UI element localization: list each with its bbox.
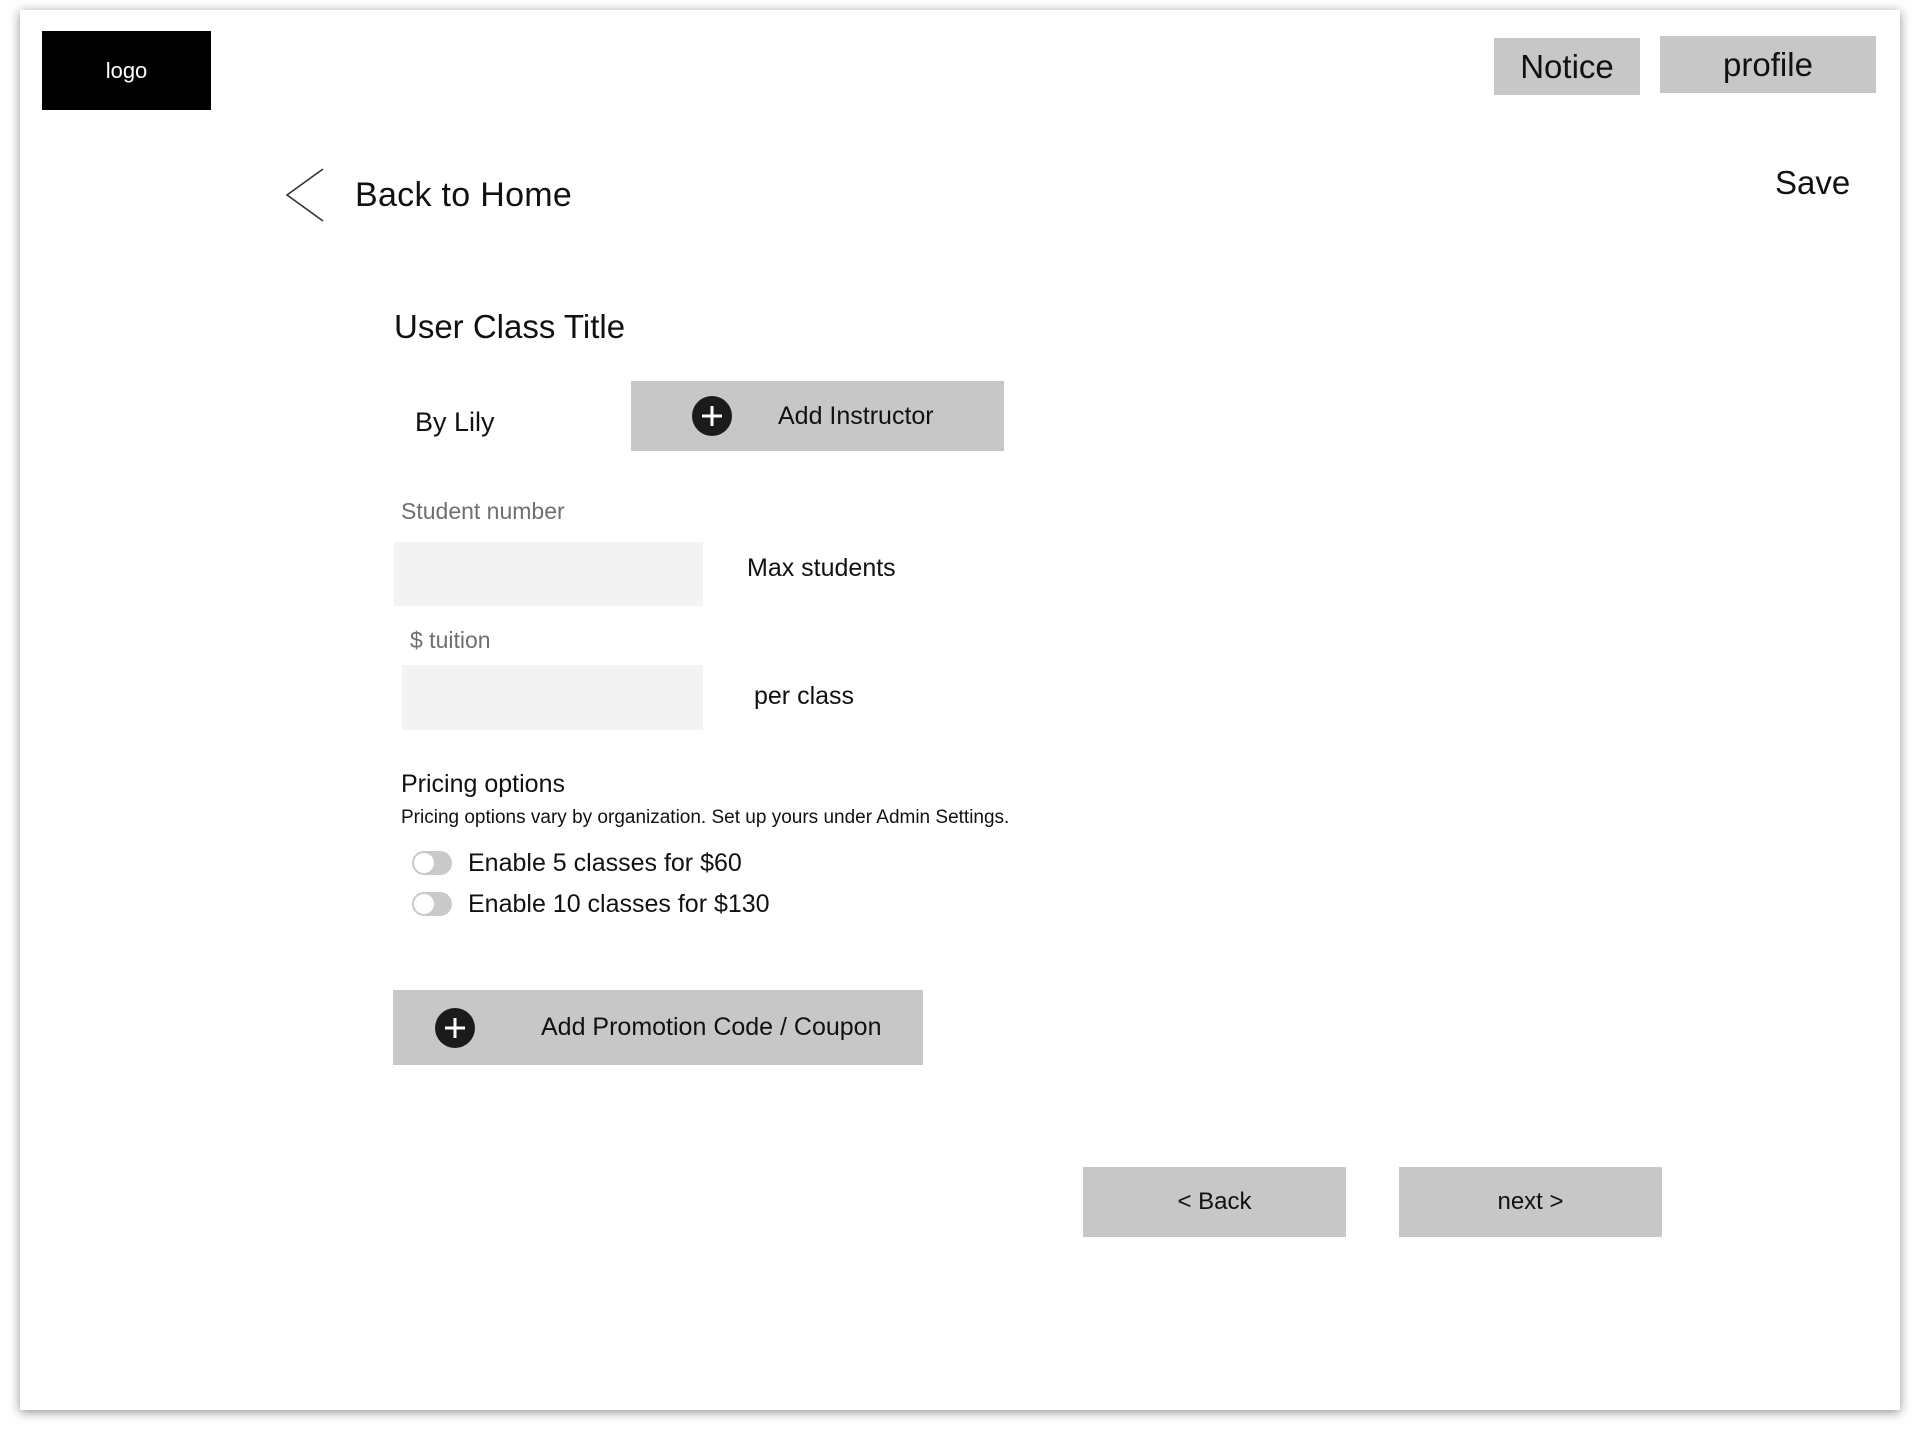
notice-button[interactable]: Notice [1494,38,1640,95]
student-number-input[interactable] [394,542,703,606]
back-to-home-link[interactable]: Back to Home [285,160,625,230]
student-number-label: Student number [401,498,565,524]
pricing-option-row: Enable 5 classes for $60 [412,846,742,880]
page-frame: logo Notice profile Back to Home Save Us… [20,10,1900,1410]
plus-circle-icon [692,396,732,436]
instructor-name: By Lily [415,407,495,437]
pricing-option-label: Enable 10 classes for $130 [468,889,770,918]
add-promotion-code-button[interactable]: Add Promotion Code / Coupon [393,990,923,1065]
page-title: User Class Title [394,308,626,345]
pricing-option-label: Enable 5 classes for $60 [468,848,742,877]
logo[interactable]: logo [42,31,211,110]
pricing-option-row: Enable 10 classes for $130 [412,887,770,921]
add-promotion-code-label: Add Promotion Code / Coupon [541,1013,882,1041]
pricing-option-toggle[interactable] [412,851,452,875]
logo-text: logo [105,57,148,83]
profile-button[interactable]: profile [1660,36,1876,93]
back-button[interactable]: < Back [1083,1167,1346,1237]
chevron-left-icon [285,168,324,222]
max-students-label: Max students [747,554,896,582]
plus-circle-icon [435,1007,475,1048]
pricing-option-toggle[interactable] [412,892,452,916]
add-instructor-label: Add Instructor [778,401,934,430]
tuition-label: $ tuition [410,627,491,653]
per-class-label: per class [754,682,855,710]
tuition-input[interactable] [402,665,703,730]
pricing-options-heading: Pricing options [401,770,565,798]
back-to-home-label: Back to Home [355,175,573,214]
next-button[interactable]: next > [1399,1167,1662,1237]
add-instructor-button[interactable]: Add Instructor [631,381,1004,451]
save-button[interactable]: Save [1775,160,1865,205]
pricing-options-description: Pricing options vary by organization. Se… [401,807,1010,828]
